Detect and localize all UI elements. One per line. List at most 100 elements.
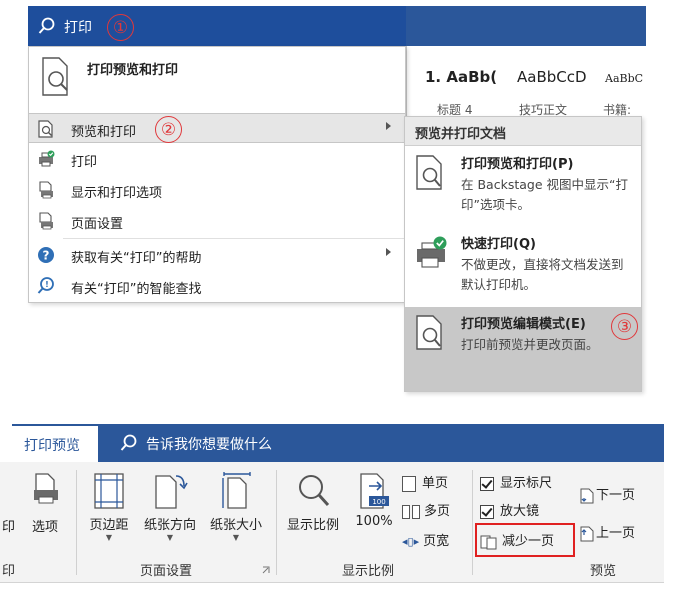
paper-size-icon xyxy=(222,472,251,509)
checkbox-checked-icon xyxy=(480,476,494,491)
orientation-button[interactable]: 纸张方向 ▼ xyxy=(138,472,202,542)
multi-page-icon xyxy=(402,504,410,519)
submenu-header: 预览并打印文档 xyxy=(405,117,641,146)
options-icon xyxy=(34,473,58,504)
button-label: 多页 xyxy=(424,504,451,519)
submenu-item-title: 打印预览编辑模式(E) xyxy=(461,317,586,332)
search-icon xyxy=(120,434,137,451)
checkbox-label: 放大镜 xyxy=(500,504,540,519)
menu-separator xyxy=(63,238,405,239)
submenu-header-text: 预览并打印文档 xyxy=(415,127,507,142)
menu-item-smart-lookup[interactable]: ! 有关“打印”的智能查找 xyxy=(29,271,405,301)
submenu-item-desc: 在 Backstage 视图中显示“打印”选项卡。 xyxy=(461,177,628,212)
style-sample[interactable]: AaBbCcD xyxy=(517,68,587,86)
submenu-item-title: 快速打印(Q) xyxy=(461,237,536,252)
menu-item-label: 获取有关“打印”的帮助 xyxy=(71,251,202,266)
menu-item-display-print-options[interactable]: 显示和打印选项 xyxy=(29,175,405,205)
group-label-zoom: 显示比例 xyxy=(342,564,395,579)
tab-print-preview[interactable]: 打印预览 xyxy=(12,424,98,462)
print-button-cut[interactable]: 印 xyxy=(2,516,15,535)
button-label: 显示比例 xyxy=(286,518,339,533)
options-button[interactable]: 选项 xyxy=(26,472,64,535)
checkbox-label: 显示标尺 xyxy=(500,476,553,491)
next-page-button[interactable]: 下一页 xyxy=(578,484,658,505)
menu-item-preview-and-print[interactable]: 预览和打印 xyxy=(29,113,405,143)
submenu-item-desc: 打印前预览并更改页面。 xyxy=(461,337,599,352)
submenu-arrow-icon xyxy=(386,122,391,130)
submenu-item-quick-print[interactable]: 快速打印(Q) 不做更改，直接将文档发送到默认打印机。 xyxy=(405,227,641,305)
menu-item-label: 打印 xyxy=(71,155,98,170)
menu-item-print-preview[interactable]: 打印预览和打印 xyxy=(29,47,405,111)
styles-gallery: 1. AaBb( AaBbCcD AaBbC 标题 4 技巧正文 书籍: xyxy=(406,46,647,117)
dialog-launcher-icon[interactable] xyxy=(262,566,270,574)
button-label: 纸张大小 xyxy=(209,518,262,533)
submenu-item-print-preview-edit-mode[interactable]: 打印预览编辑模式(E) 打印前预览并更改页面。 xyxy=(405,307,641,391)
button-label: 100% xyxy=(355,514,393,529)
highlight-box xyxy=(475,523,575,557)
style-sample[interactable]: 1. AaBb( xyxy=(425,68,497,86)
dropdown-arrow-icon: ▼ xyxy=(105,533,113,542)
zoom-button[interactable]: 显示比例 xyxy=(282,472,344,533)
page-printer-icon xyxy=(39,181,53,199)
button-label: 上一页 xyxy=(596,526,636,541)
menu-item-label: 有关“打印”的智能查找 xyxy=(71,282,202,297)
zoom-100-icon: 100 xyxy=(360,473,389,509)
magnifier-checkbox[interactable]: 放大镜 xyxy=(480,500,570,519)
button-label: 单页 xyxy=(422,476,449,491)
ribbon-tab-bar xyxy=(12,424,664,462)
prev-page-button[interactable]: 上一页 xyxy=(578,522,658,543)
menu-item-label: 打印预览和打印 xyxy=(87,63,179,78)
tell-me-search[interactable]: 告诉我你想要做什么 xyxy=(146,434,272,454)
submenu-arrow-icon xyxy=(386,248,391,256)
button-label: 页边距 xyxy=(89,518,129,533)
dropdown-arrow-icon: ▼ xyxy=(166,533,174,542)
one-page-icon xyxy=(402,475,416,492)
submenu-item-desc: 不做更改，直接将文档发送到默认打印机。 xyxy=(461,257,624,292)
show-ruler-checkbox[interactable]: 显示标尺 xyxy=(480,472,570,491)
page-width-button[interactable]: ◂▯▸ 页宽 xyxy=(402,530,468,549)
marker-2: ② xyxy=(155,116,182,143)
magnifier-icon xyxy=(299,475,330,507)
multi-page-button[interactable]: 多页 xyxy=(402,500,468,519)
preview-print-submenu: 预览并打印文档 打印预览和打印(P) 在 Backstage 视图中显示“打印”… xyxy=(404,116,642,392)
tell-me-search-box[interactable]: 打印 xyxy=(28,6,406,46)
button-label: 下一页 xyxy=(596,488,636,503)
print-preview-icon xyxy=(416,155,442,190)
group-separator xyxy=(472,470,473,575)
group-separator xyxy=(76,470,77,575)
previous-page-icon xyxy=(580,526,594,541)
menu-item-print-help[interactable]: ? 获取有关“打印”的帮助 xyxy=(29,240,405,270)
tab-label: 打印预览 xyxy=(24,438,80,454)
group-label-preview: 预览 xyxy=(590,564,617,579)
zoom-100-button[interactable]: 100 100% xyxy=(352,472,396,529)
one-page-button[interactable]: 单页 xyxy=(402,472,468,492)
group-label-page-setup: 页面设置 xyxy=(140,564,193,579)
group-label-print: 印 xyxy=(2,564,16,579)
help-icon: ? xyxy=(38,247,54,263)
svg-text:?: ? xyxy=(43,249,50,263)
menu-item-page-setup[interactable]: 页面设置 xyxy=(29,206,405,236)
button-label: 选项 xyxy=(31,520,58,535)
print-preview-icon xyxy=(42,57,68,96)
orientation-icon xyxy=(155,475,188,509)
quick-print-icon xyxy=(417,236,447,268)
style-sample[interactable]: AaBbC xyxy=(605,72,643,85)
paper-size-button[interactable]: 纸张大小 ▼ xyxy=(204,472,268,542)
button-label: 页宽 xyxy=(423,534,450,549)
printer-icon xyxy=(39,150,55,167)
margins-button[interactable]: 页边距 ▼ xyxy=(84,472,134,542)
dropdown-arrow-icon: ▼ xyxy=(232,533,240,542)
marker-1: ① xyxy=(107,14,134,41)
page-width-icon: ◂▯▸ xyxy=(402,535,420,548)
search-icon xyxy=(38,17,55,34)
smart-lookup-icon: ! xyxy=(37,277,54,294)
svg-text:!: ! xyxy=(45,280,49,289)
margins-icon xyxy=(94,473,124,509)
menu-item-label: 显示和打印选项 xyxy=(71,186,163,201)
submenu-item-print-preview-print[interactable]: 打印预览和打印(P) 在 Backstage 视图中显示“打印”选项卡。 xyxy=(405,147,641,227)
marker-3: ③ xyxy=(611,313,638,340)
button-label: 纸张方向 xyxy=(143,518,196,533)
menu-item-print[interactable]: 打印 xyxy=(29,144,405,174)
preview-edit-icon xyxy=(416,315,442,350)
preview-icon xyxy=(38,120,53,138)
